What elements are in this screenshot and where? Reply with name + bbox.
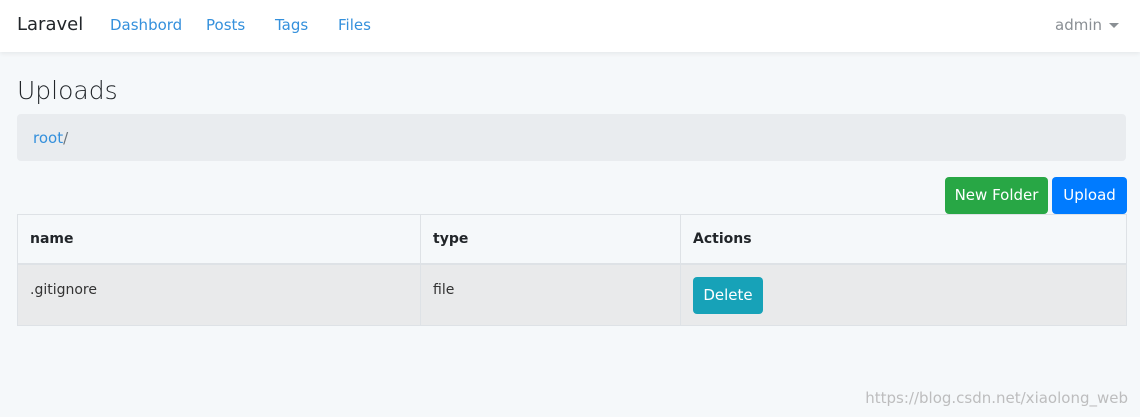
top-navbar: Laravel Dashbord Posts Tags Files admin <box>0 0 1140 52</box>
watermark: https://blog.csdn.net/xiaolong_web <box>865 389 1128 407</box>
column-header-type: type <box>420 214 681 264</box>
column-header-name: name <box>17 214 421 264</box>
file-name-cell: .gitignore <box>17 263 421 326</box>
nav-link-files[interactable]: Files <box>338 16 371 34</box>
breadcrumb-root-link[interactable]: root <box>33 129 63 147</box>
user-name: admin <box>1055 16 1102 34</box>
chevron-down-icon <box>1109 23 1119 28</box>
breadcrumb: root / <box>17 114 1126 161</box>
nav-link-dashboard[interactable]: Dashbord <box>110 16 182 34</box>
files-table: name type Actions .gitignore file Delete <box>17 214 1127 326</box>
delete-button[interactable]: Delete <box>693 276 763 314</box>
column-header-actions: Actions <box>680 214 1127 264</box>
file-actions-cell: Delete <box>680 263 1127 326</box>
file-type-cell: file <box>420 263 681 326</box>
breadcrumb-separator: / <box>63 128 69 147</box>
table-header-row: name type Actions <box>17 214 1127 264</box>
new-folder-button[interactable]: New Folder <box>945 177 1048 214</box>
table-row: .gitignore file Delete <box>17 263 1127 326</box>
page-title: Uploads <box>17 76 118 105</box>
upload-button[interactable]: Upload <box>1052 177 1127 214</box>
nav-link-posts[interactable]: Posts <box>206 16 245 34</box>
brand-link[interactable]: Laravel <box>17 14 83 36</box>
nav-link-tags[interactable]: Tags <box>275 16 308 34</box>
user-dropdown[interactable]: admin <box>1055 16 1119 34</box>
